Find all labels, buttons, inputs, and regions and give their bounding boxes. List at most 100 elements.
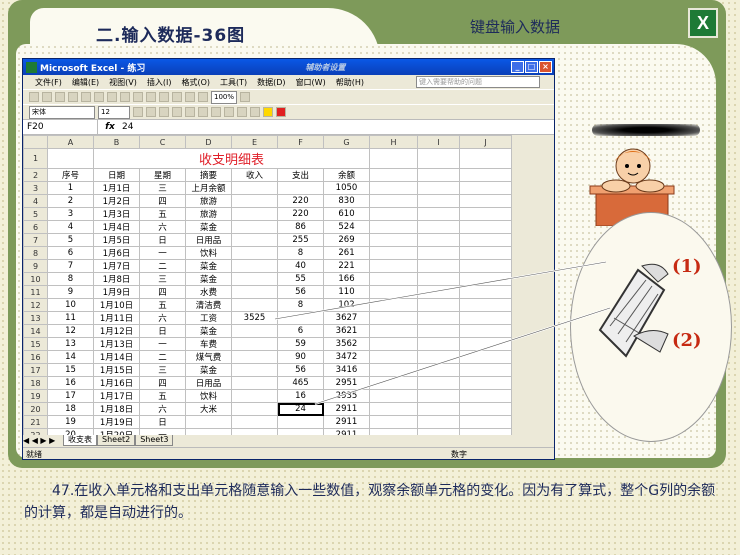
copy-icon[interactable] [120,92,130,102]
menu-item-file[interactable]: 文件(F) [35,77,62,88]
cell[interactable]: 830 [323,194,370,208]
cell[interactable]: 四 [139,376,186,390]
cell[interactable]: 六 [139,311,186,325]
cell[interactable]: 9 [47,285,94,299]
bold-icon[interactable] [133,107,143,117]
cell[interactable] [417,376,460,390]
save-icon[interactable] [55,92,65,102]
cell[interactable] [459,259,512,273]
cell[interactable] [277,415,324,429]
cell[interactable]: 13 [47,337,94,351]
underline-icon[interactable] [159,107,169,117]
cell[interactable] [369,194,418,208]
cell[interactable]: 59 [277,337,324,351]
cell[interactable]: 五 [139,298,186,312]
paste-icon[interactable] [133,92,143,102]
cell[interactable]: 16 [277,389,324,403]
formula-input[interactable]: 24 [122,122,133,132]
cell[interactable] [417,402,460,416]
cell[interactable] [459,148,512,169]
sheet-tab-3[interactable]: Sheet3 [135,435,174,446]
cell[interactable] [459,246,512,260]
cell[interactable]: 1月18日 [93,402,140,416]
chart-icon[interactable] [198,92,208,102]
menu-item-insert[interactable]: 插入(I) [147,77,172,88]
cell[interactable]: 1月9日 [93,285,140,299]
cell[interactable] [459,402,512,416]
cell[interactable] [459,376,512,390]
cell[interactable]: 524 [323,220,370,234]
cell[interactable] [231,181,278,195]
cell[interactable]: 102 [323,298,370,312]
cell[interactable]: 220 [277,194,324,208]
cell[interactable] [417,207,460,221]
cell[interactable] [231,207,278,221]
cell[interactable]: 1月6日 [93,246,140,260]
cell[interactable] [459,363,512,377]
menu-item-window[interactable]: 窗口(W) [296,77,326,88]
header-cell[interactable]: 余额 [323,168,370,182]
column-header[interactable]: B [93,135,140,149]
cell[interactable] [369,148,418,169]
cell[interactable] [369,363,418,377]
sort-icon[interactable] [185,92,195,102]
cell[interactable]: 86 [277,220,324,234]
row-header[interactable]: 13 [23,311,48,325]
cell[interactable]: 饮料 [185,389,232,403]
cell[interactable]: 三 [139,363,186,377]
cell[interactable]: 1月10日 [93,298,140,312]
cell[interactable]: 菜金 [185,220,232,234]
cell[interactable]: 3621 [323,324,370,338]
cell[interactable]: 1月1日 [93,181,140,195]
cell[interactable]: 工资 [185,311,232,325]
cell[interactable] [417,337,460,351]
cell[interactable]: 4 [47,220,94,234]
maximize-button[interactable]: □ [525,61,538,73]
cell[interactable] [369,259,418,273]
cell[interactable] [459,324,512,338]
column-header[interactable]: C [139,135,186,149]
cell[interactable]: 1 [47,181,94,195]
row-header[interactable]: 17 [23,363,48,377]
header-cell[interactable]: 日期 [93,168,140,182]
row-header[interactable]: 14 [23,324,48,338]
cell[interactable] [369,220,418,234]
cell[interactable] [417,311,460,325]
cell[interactable] [369,402,418,416]
cell[interactable]: 1月3日 [93,207,140,221]
cell[interactable]: 166 [323,272,370,286]
cell[interactable] [231,389,278,403]
cell[interactable]: 465 [277,376,324,390]
preview-icon[interactable] [81,92,91,102]
row-header[interactable]: 2 [23,168,48,182]
cell[interactable]: 1月12日 [93,324,140,338]
cell[interactable] [417,389,460,403]
cell[interactable] [459,168,512,182]
cell[interactable]: 269 [323,233,370,247]
header-cell[interactable]: 收入 [231,168,278,182]
cell[interactable]: 2951 [323,376,370,390]
cell[interactable]: 110 [323,285,370,299]
cell[interactable]: 日用品 [185,376,232,390]
cell[interactable]: 车费 [185,337,232,351]
header-cell[interactable]: 支出 [277,168,324,182]
align-center-icon[interactable] [185,107,195,117]
sheet-title[interactable]: 收支明细表 [94,149,370,169]
cell[interactable]: 大米 [185,402,232,416]
cell[interactable]: 40 [277,259,324,273]
cell[interactable] [417,350,460,364]
row-header[interactable]: 6 [23,220,48,234]
cell[interactable] [459,220,512,234]
cell[interactable] [277,311,324,325]
undo-icon[interactable] [146,92,156,102]
name-box[interactable]: F20 [23,120,98,134]
cell[interactable]: 1月15日 [93,363,140,377]
cell[interactable] [369,376,418,390]
cell[interactable] [459,181,512,195]
cell[interactable] [369,246,418,260]
cell[interactable] [231,402,278,416]
cell[interactable] [417,148,460,169]
cell[interactable]: 1月11日 [93,311,140,325]
row-header[interactable]: 3 [23,181,48,195]
cell[interactable] [417,415,460,429]
